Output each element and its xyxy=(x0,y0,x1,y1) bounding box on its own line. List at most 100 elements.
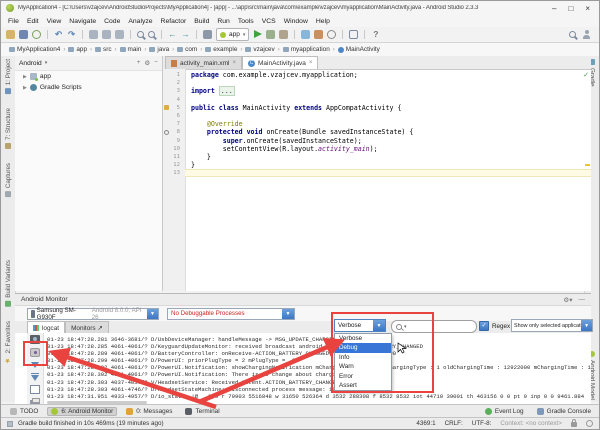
logcat-filter-dropdown[interactable]: Show only selected application ▼ xyxy=(511,319,593,332)
minimize-button[interactable]: – xyxy=(552,4,556,13)
breadcrumb-item-app[interactable]: app xyxy=(66,46,89,53)
device-selector[interactable]: Samsung SM-G930F Android 8.0.0, API 26 ▼ xyxy=(27,307,159,321)
menu-code[interactable]: Code xyxy=(100,18,124,25)
layout-capture-icon[interactable] xyxy=(30,385,40,394)
log-level-option-warn[interactable]: Warn xyxy=(335,362,391,371)
find-icon[interactable] xyxy=(137,31,144,38)
menu-tools[interactable]: Tools xyxy=(234,18,258,25)
layout-inspector-icon[interactable] xyxy=(349,30,359,39)
encoding-selector[interactable]: UTF-8: xyxy=(472,420,492,427)
background-tasks-icon[interactable] xyxy=(7,420,13,427)
expand-arrow-icon[interactable]: ▶ xyxy=(23,74,27,80)
avd-manager-icon[interactable] xyxy=(301,30,311,39)
menu-edit[interactable]: Edit xyxy=(23,18,43,25)
breadcrumb-item-example[interactable]: example xyxy=(203,46,239,53)
profile-icon[interactable] xyxy=(279,30,289,39)
logcat-search-input[interactable]: ▾ xyxy=(391,320,477,333)
bottom-bar-gradle-console[interactable]: Gradle Console xyxy=(533,407,595,416)
screen-record-icon[interactable] xyxy=(30,347,40,357)
tool-window-tab-1-project[interactable]: 1: Project xyxy=(5,59,12,95)
sync-gradle-icon[interactable] xyxy=(327,30,337,39)
bottom-bar-event-log[interactable]: Event Log xyxy=(481,407,528,416)
breadcrumb-item-myapplication[interactable]: myapplication xyxy=(281,46,332,53)
log-level-dropdown[interactable]: Verbose ▼ xyxy=(334,319,386,332)
project-header-icon[interactable]: + xyxy=(137,59,141,67)
line-ending-selector[interactable]: CRLF: xyxy=(445,420,463,427)
tool-window-tab-2-favorites[interactable]: ★ 2: Favorites xyxy=(4,321,12,364)
sdk-manager-icon[interactable] xyxy=(314,30,324,39)
forward-icon[interactable]: → xyxy=(181,30,190,39)
menu-view[interactable]: View xyxy=(43,18,66,25)
menu-refactor[interactable]: Refactor xyxy=(157,18,191,25)
class-gutter-icon[interactable] xyxy=(164,105,169,111)
breadcrumb-item-src[interactable]: src xyxy=(93,46,114,53)
tool-window-tab-build-variants[interactable]: Build Variants xyxy=(5,260,12,307)
logcat-log-lines[interactable]: 01-23 18:47:28.281 3646-3681/? D/UsbDevi… xyxy=(47,336,591,405)
run-configuration-select[interactable]: app ▾ xyxy=(216,28,250,41)
breadcrumb-item-mainactivity[interactable]: MainActivity xyxy=(336,46,382,53)
bottom-bar-todo[interactable]: TODO xyxy=(6,407,42,416)
menu-build[interactable]: Build xyxy=(190,18,213,25)
close-icon[interactable]: × xyxy=(309,60,313,66)
memory-indicator-icon[interactable] xyxy=(586,420,593,427)
warning-stripe-marker[interactable] xyxy=(585,164,590,166)
project-header-icon[interactable]: − xyxy=(154,59,158,67)
lock-icon[interactable] xyxy=(571,419,577,427)
cut-icon[interactable] xyxy=(89,30,98,39)
menu-help[interactable]: Help xyxy=(312,18,334,25)
maximize-button[interactable]: □ xyxy=(568,4,573,13)
override-gutter-icon[interactable] xyxy=(164,129,169,135)
regex-checkbox[interactable] xyxy=(479,321,489,331)
breadcrumb-item-vzajcev[interactable]: vzajcev xyxy=(243,46,276,53)
chevron-down-icon[interactable]: ▼ xyxy=(147,308,158,319)
gear-icon[interactable]: ⚙▾ xyxy=(563,296,572,304)
expand-arrow-icon[interactable]: ▶ xyxy=(23,85,27,91)
help-icon[interactable]: ? xyxy=(371,30,380,39)
editor-tab-activity-main-xml[interactable]: activity_main.xml × xyxy=(165,56,242,69)
log-level-option-error[interactable]: Error xyxy=(335,372,391,381)
tool-window-tab-7-structure[interactable]: 7: Structure xyxy=(5,108,12,150)
run-icon[interactable] xyxy=(253,30,263,39)
tool-window-tab-captures[interactable]: Captures xyxy=(5,163,12,198)
log-level-option-info[interactable]: Info xyxy=(335,353,391,362)
search-everywhere-icon[interactable] xyxy=(569,31,576,38)
camera-icon[interactable] xyxy=(30,335,40,344)
bottom-bar-terminal[interactable]: Terminal xyxy=(181,407,223,416)
replace-icon[interactable] xyxy=(148,31,155,38)
undo-icon[interactable]: ↶ xyxy=(54,30,63,39)
caret-position[interactable]: 4369:1 xyxy=(416,420,435,427)
process-selector[interactable]: No Debuggable Processes ▼ xyxy=(167,307,295,320)
project-view-mode[interactable]: Android xyxy=(19,60,42,67)
chevron-down-icon[interactable]: ▼ xyxy=(282,308,294,319)
log-level-option-assert[interactable]: Assert xyxy=(335,381,391,390)
close-icon[interactable]: × xyxy=(232,60,236,66)
copy-icon[interactable] xyxy=(102,30,111,39)
editor-tab-mainactivity-java[interactable]: C MainActivity.java × xyxy=(242,56,319,69)
tree-item-gradle-scripts[interactable]: ▶ Gradle Scripts xyxy=(15,82,162,93)
back-icon[interactable]: ← xyxy=(168,30,177,39)
tree-item-app[interactable]: ▶ app xyxy=(15,71,162,82)
restart-logcat-icon[interactable] xyxy=(30,372,40,382)
attach-debugger-icon[interactable] xyxy=(266,30,276,39)
wrench-icon[interactable] xyxy=(203,30,212,39)
open-icon[interactable] xyxy=(6,30,15,39)
log-level-option-debug[interactable]: Debug xyxy=(335,343,391,353)
code-area[interactable]: 1 package com.example.vzajcev.myapplicati… xyxy=(163,69,591,291)
menu-file[interactable]: File xyxy=(4,18,23,25)
menu-vcs[interactable]: VCS xyxy=(258,18,280,25)
user-icon[interactable] xyxy=(582,30,591,39)
paste-icon[interactable] xyxy=(115,30,124,39)
sync-icon[interactable] xyxy=(32,30,41,39)
scroll-to-end-icon[interactable] xyxy=(30,360,40,369)
chevron-down-icon[interactable]: ▼ xyxy=(373,320,385,331)
chevron-down-icon[interactable]: ▼ xyxy=(581,320,592,331)
redo-icon[interactable]: ↷ xyxy=(67,30,76,39)
bottom-bar-0-messages[interactable]: 0: Messages xyxy=(122,407,176,416)
project-header-icon[interactable]: ⚙ xyxy=(144,59,150,67)
breadcrumb-item-java[interactable]: java xyxy=(147,46,171,53)
breadcrumb-item-main[interactable]: main xyxy=(118,46,144,53)
save-icon[interactable] xyxy=(19,30,28,39)
menu-navigate[interactable]: Navigate xyxy=(65,18,100,25)
menu-analyze[interactable]: Analyze xyxy=(124,18,156,25)
breadcrumb-item-myapplication4[interactable]: MyApplication4 xyxy=(7,46,62,53)
